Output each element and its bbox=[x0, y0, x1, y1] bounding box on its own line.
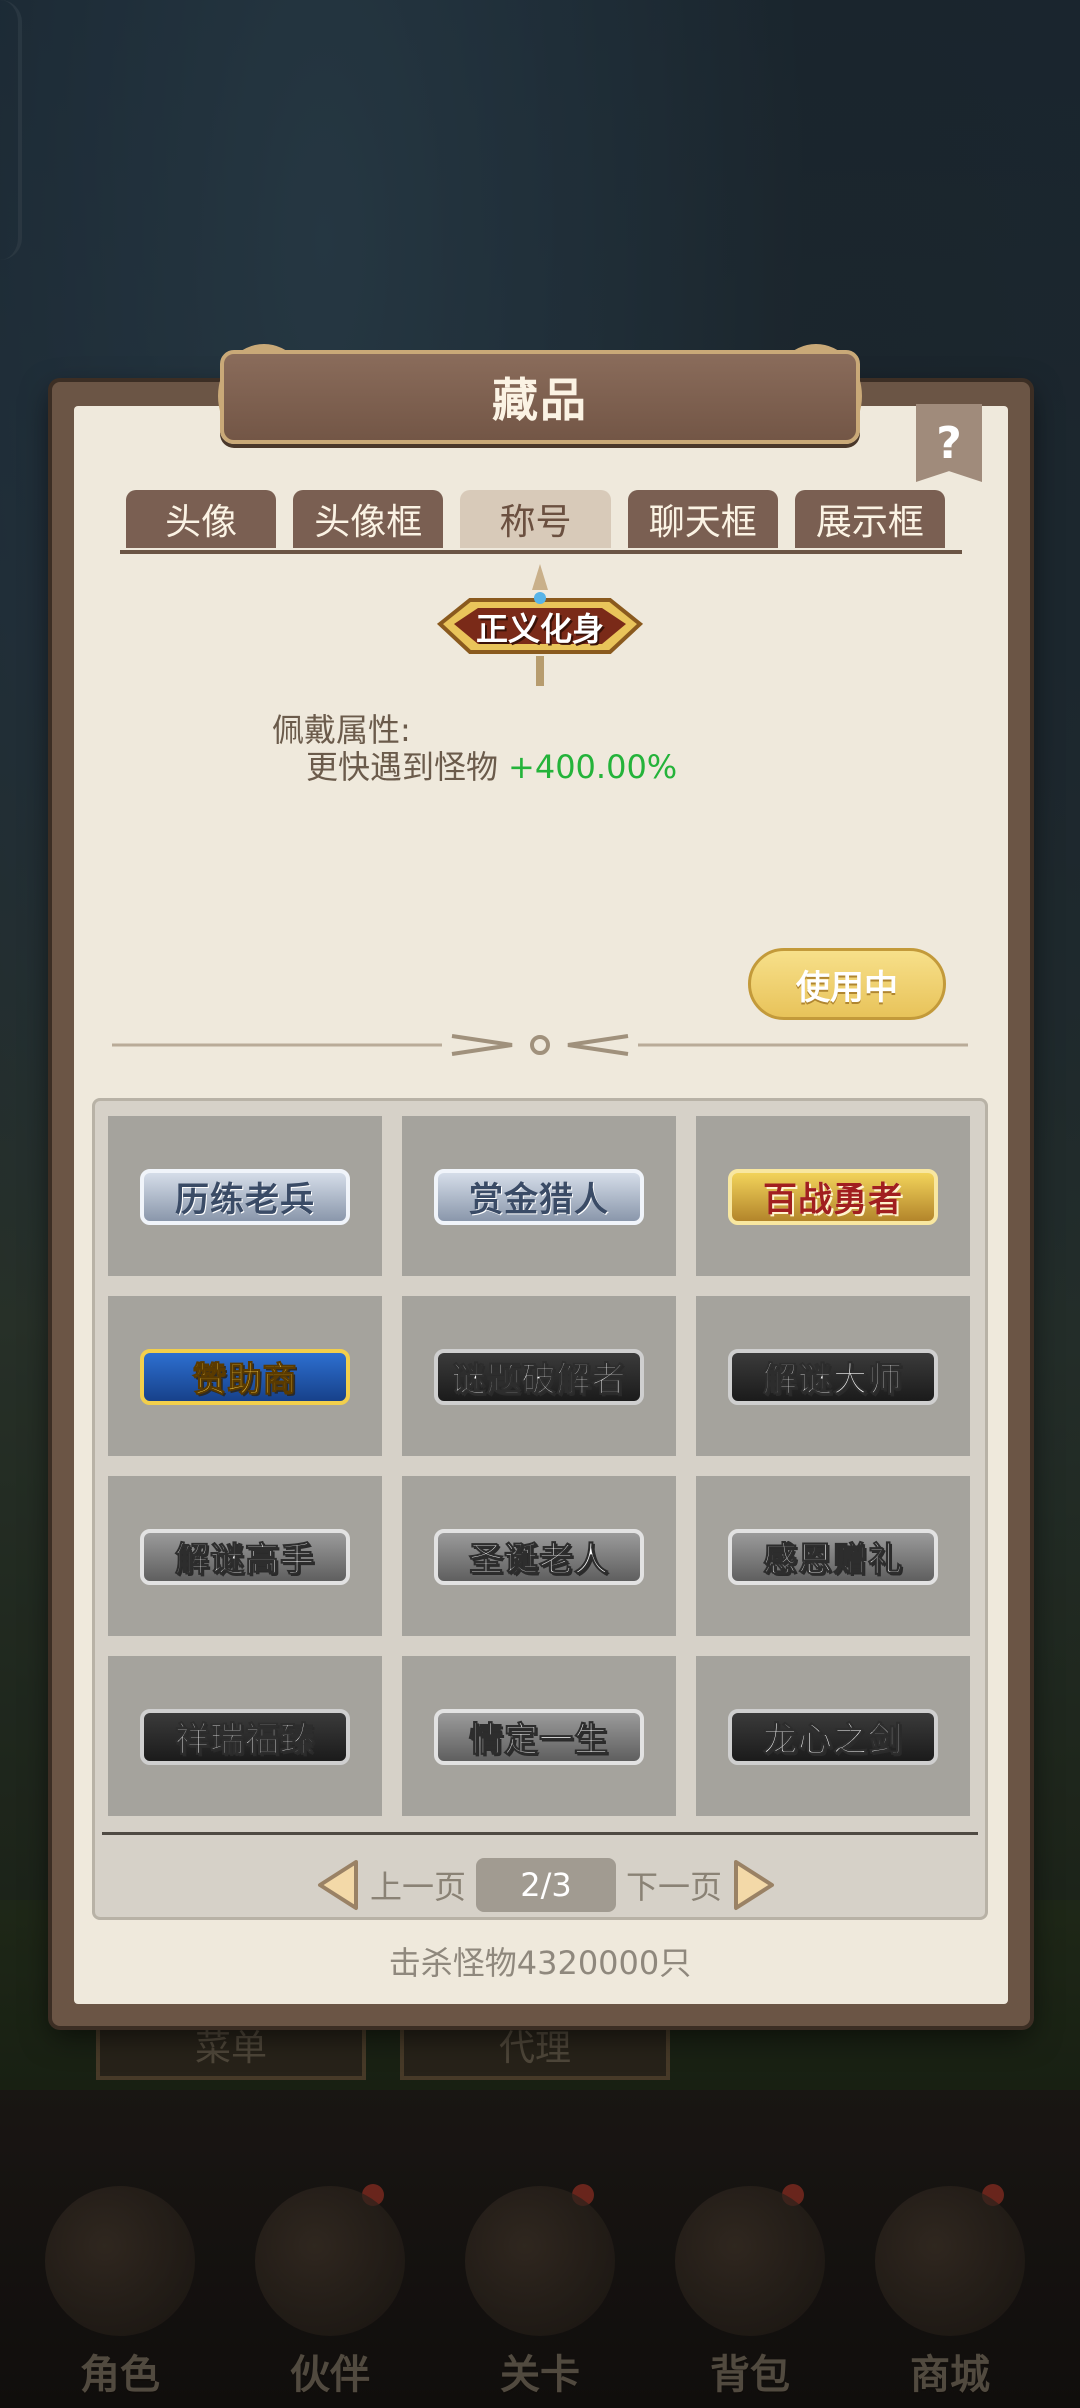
title-text: 感恩赠礼 bbox=[763, 1539, 903, 1580]
title-badge: 历练老兵 bbox=[130, 1141, 360, 1251]
title-badge: 祥瑞福臻 bbox=[130, 1681, 360, 1791]
title-badge: 赏金猎人 bbox=[424, 1141, 654, 1251]
title-text: 百战勇者 bbox=[763, 1179, 903, 1220]
title-cell[interactable]: 历练老兵 bbox=[108, 1116, 382, 1276]
prev-page-button[interactable]: 上一页 bbox=[370, 1862, 466, 1908]
pager-separator bbox=[102, 1832, 978, 1835]
property-value: +400.00% bbox=[508, 748, 678, 786]
tab-avatar-frame[interactable]: 头像框 bbox=[293, 490, 444, 548]
title-text: 谜题破解者 bbox=[451, 1359, 627, 1400]
title-text: 祥瑞福臻 bbox=[175, 1719, 315, 1760]
title-badge: 解谜大师 bbox=[718, 1321, 948, 1431]
next-arrow-icon[interactable] bbox=[732, 1858, 776, 1912]
title-badge: 百战勇者 bbox=[718, 1141, 948, 1251]
help-button[interactable]: ? bbox=[916, 404, 982, 482]
title-cell[interactable]: 圣诞老人 bbox=[402, 1476, 676, 1636]
title-cell[interactable]: 解谜大师 bbox=[696, 1296, 970, 1456]
tab-display-frame[interactable]: 展示框 bbox=[794, 490, 946, 548]
title-cell[interactable]: 感恩赠礼 bbox=[696, 1476, 970, 1636]
tab-underline bbox=[120, 550, 962, 554]
collection-tabs: 头像 头像框 称号 聊天框 展示框 bbox=[126, 490, 962, 550]
dialog-title: 藏品 bbox=[492, 373, 588, 427]
page-indicator: 2/3 bbox=[476, 1858, 617, 1912]
title-badge: 赞助商 bbox=[130, 1321, 360, 1431]
kill-count-text: 击杀怪物4320000只 bbox=[388, 1944, 692, 1982]
title-text: 圣诞老人 bbox=[469, 1539, 609, 1580]
title-text: 龙心之剑 bbox=[763, 1719, 903, 1760]
title-cell[interactable]: 祥瑞福臻 bbox=[108, 1656, 382, 1816]
title-cell[interactable]: 龙心之剑 bbox=[696, 1656, 970, 1816]
title-cell[interactable]: 情定一生 bbox=[402, 1656, 676, 1816]
title-cell[interactable]: 谜题破解者 bbox=[402, 1296, 676, 1456]
selected-title-text: 正义化身 bbox=[475, 610, 604, 648]
ornament-divider bbox=[112, 1034, 968, 1056]
title-text: 赏金猎人 bbox=[469, 1179, 609, 1220]
title-text: 情定一生 bbox=[469, 1719, 609, 1760]
tab-title[interactable]: 称号 bbox=[460, 490, 611, 548]
property-name: 更快遇到怪物 bbox=[306, 748, 499, 786]
title-cell[interactable]: 解谜高手 bbox=[108, 1476, 382, 1636]
tab-avatar[interactable]: 头像 bbox=[126, 490, 277, 548]
title-text: 赞助商 bbox=[192, 1359, 298, 1400]
question-icon: ? bbox=[936, 417, 962, 469]
title-badge: 龙心之剑 bbox=[718, 1681, 948, 1791]
next-page-button[interactable]: 下一页 bbox=[626, 1862, 722, 1908]
tab-chat-frame[interactable]: 聊天框 bbox=[627, 490, 778, 548]
title-badge: 解谜高手 bbox=[130, 1501, 360, 1611]
title-badge: 情定一生 bbox=[424, 1681, 654, 1791]
in-use-button[interactable]: 使用中 bbox=[748, 948, 946, 1020]
dialog-title-banner: 藏品 bbox=[220, 350, 860, 444]
title-cell[interactable]: 百战勇者 bbox=[696, 1116, 970, 1276]
title-text: 历练老兵 bbox=[175, 1179, 315, 1220]
prev-arrow-icon[interactable] bbox=[316, 1858, 360, 1912]
title-text: 解谜高手 bbox=[175, 1539, 315, 1580]
pagination: 上一页 2/3 下一页 bbox=[316, 1850, 776, 1920]
selected-title-badge: 正义化身 bbox=[420, 560, 660, 690]
title-badge: 圣诞老人 bbox=[424, 1501, 654, 1611]
title-badge: 感恩赠礼 bbox=[718, 1501, 948, 1611]
title-text: 解谜大师 bbox=[763, 1359, 903, 1400]
title-cell[interactable]: 赏金猎人 bbox=[402, 1116, 676, 1276]
title-badge: 谜题破解者 bbox=[424, 1321, 654, 1431]
title-cell[interactable]: 赞助商 bbox=[108, 1296, 382, 1456]
property-row: 更快遇到怪物 +400.00% bbox=[306, 742, 677, 788]
